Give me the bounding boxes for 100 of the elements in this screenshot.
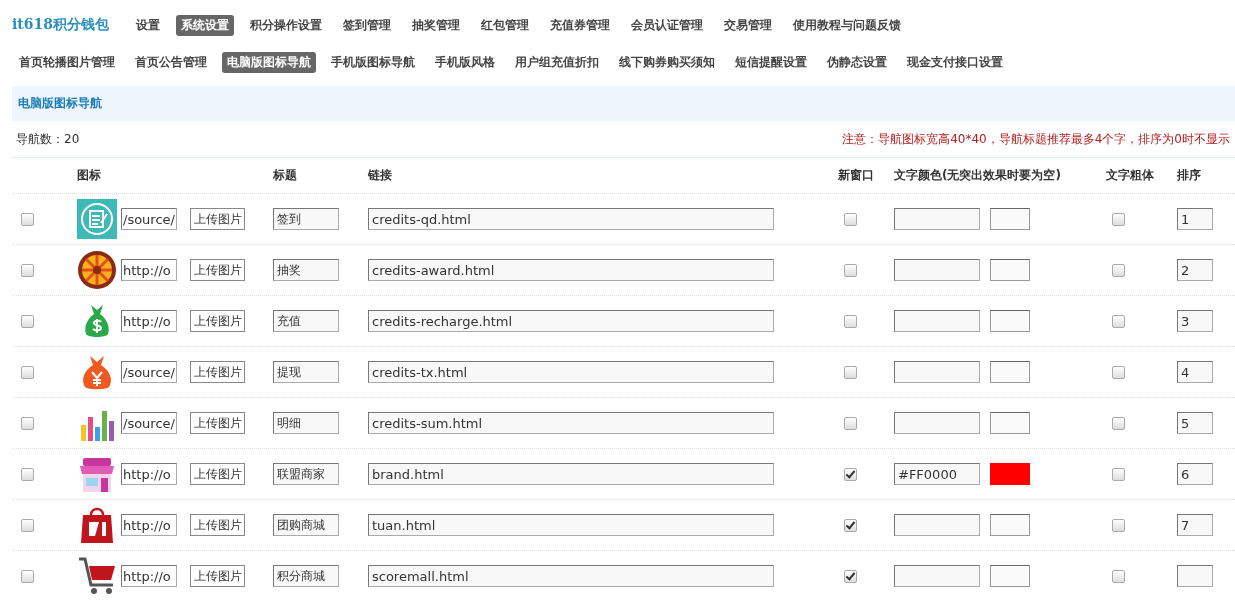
link-field[interactable]: brand.html — [368, 463, 774, 485]
row-checkbox[interactable] — [21, 569, 34, 583]
color-field[interactable] — [894, 361, 980, 383]
color-swatch[interactable] — [990, 463, 1030, 485]
color-field[interactable] — [894, 310, 980, 332]
color-swatch[interactable] — [990, 412, 1030, 434]
subnav-tab[interactable]: 首页公告管理 — [130, 51, 212, 73]
new-window-checkbox[interactable] — [844, 416, 857, 430]
color-swatch[interactable] — [990, 310, 1030, 332]
nav-tab[interactable]: 积分操作设置 — [245, 14, 327, 36]
order-field[interactable]: 6 — [1177, 463, 1213, 485]
row-checkbox[interactable] — [21, 263, 34, 277]
color-field[interactable] — [894, 565, 980, 587]
icon-url-field[interactable]: http://o — [121, 310, 177, 332]
color-field[interactable]: #FF0000 — [894, 463, 980, 485]
new-window-checkbox[interactable] — [844, 569, 857, 583]
nav-tab[interactable]: 使用教程与问题反馈 — [788, 14, 906, 36]
color-field[interactable] — [894, 514, 980, 536]
row-checkbox[interactable] — [21, 314, 34, 328]
upload-button[interactable]: 上传图片 — [190, 208, 245, 230]
color-field[interactable] — [894, 259, 980, 281]
color-swatch[interactable] — [990, 208, 1030, 230]
new-window-checkbox[interactable] — [844, 263, 857, 277]
color-swatch[interactable] — [990, 259, 1030, 281]
bold-checkbox[interactable] — [1112, 518, 1125, 532]
icon-url-field[interactable]: http://o — [121, 565, 177, 587]
bold-checkbox[interactable] — [1112, 569, 1125, 583]
color-field[interactable] — [894, 412, 980, 434]
subnav-tab[interactable]: 短信提醒设置 — [730, 51, 812, 73]
order-field[interactable]: 4 — [1177, 361, 1213, 383]
new-window-checkbox[interactable] — [844, 212, 857, 226]
upload-button[interactable]: 上传图片 — [190, 361, 245, 383]
subnav-tab[interactable]: 电脑版图标导航 — [222, 51, 316, 73]
order-field[interactable]: 5 — [1177, 412, 1213, 434]
order-field[interactable]: 3 — [1177, 310, 1213, 332]
nav-tab[interactable]: 签到管理 — [338, 14, 396, 36]
color-field[interactable] — [894, 208, 980, 230]
color-swatch[interactable] — [990, 361, 1030, 383]
nav-tab[interactable]: 会员认证管理 — [626, 14, 708, 36]
new-window-checkbox[interactable] — [844, 467, 857, 481]
new-window-checkbox[interactable] — [844, 314, 857, 328]
bold-checkbox[interactable] — [1112, 314, 1125, 328]
bold-checkbox[interactable] — [1112, 365, 1125, 379]
color-swatch[interactable] — [990, 565, 1030, 587]
color-swatch[interactable] — [990, 514, 1030, 536]
upload-button[interactable]: 上传图片 — [190, 463, 245, 485]
nav-tab[interactable]: 充值券管理 — [545, 14, 615, 36]
subnav-tab[interactable]: 首页轮播图片管理 — [14, 51, 120, 73]
bold-checkbox[interactable] — [1112, 263, 1125, 277]
row-checkbox[interactable] — [21, 365, 34, 379]
icon-url-field[interactable]: http://o — [121, 514, 177, 536]
icon-url-field[interactable]: http://o — [121, 463, 177, 485]
link-field[interactable]: credits-tx.html — [368, 361, 774, 383]
title-field[interactable]: 签到 — [273, 208, 339, 230]
order-field[interactable]: 1 — [1177, 208, 1213, 230]
icon-url-field[interactable]: /source/ — [121, 412, 177, 434]
nav-tab[interactable]: 系统设置 — [176, 14, 234, 36]
row-checkbox[interactable] — [21, 416, 34, 430]
title-field[interactable]: 抽奖 — [273, 259, 339, 281]
title-field[interactable]: 提现 — [273, 361, 339, 383]
upload-button[interactable]: 上传图片 — [190, 310, 245, 332]
link-field[interactable]: credits-sum.html — [368, 412, 774, 434]
bold-checkbox[interactable] — [1112, 416, 1125, 430]
link-field[interactable]: credits-recharge.html — [368, 310, 774, 332]
new-window-checkbox[interactable] — [844, 518, 857, 532]
link-field[interactable]: credits-award.html — [368, 259, 774, 281]
icon-url-field[interactable]: /source/ — [121, 208, 177, 230]
order-field[interactable] — [1177, 565, 1213, 587]
title-field[interactable]: 团购商城 — [273, 514, 339, 536]
row-checkbox[interactable] — [21, 518, 34, 532]
link-field[interactable]: credits-qd.html — [368, 208, 774, 230]
icon-url-field[interactable]: http://o — [121, 259, 177, 281]
order-field[interactable]: 7 — [1177, 514, 1213, 536]
subnav-tab[interactable]: 手机版图标导航 — [326, 51, 420, 73]
subnav-tab[interactable]: 手机版风格 — [430, 51, 500, 73]
subnav-tab[interactable]: 现金支付接口设置 — [902, 51, 1008, 73]
row-checkbox[interactable] — [21, 467, 34, 481]
nav-tab[interactable]: 红包管理 — [476, 14, 534, 36]
upload-button[interactable]: 上传图片 — [190, 565, 245, 587]
upload-button[interactable]: 上传图片 — [190, 259, 245, 281]
upload-button[interactable]: 上传图片 — [190, 514, 245, 536]
subnav-tab[interactable]: 用户组充值折扣 — [510, 51, 604, 73]
upload-button[interactable]: 上传图片 — [190, 412, 245, 434]
link-field[interactable]: tuan.html — [368, 514, 774, 536]
nav-tab[interactable]: 设置 — [131, 14, 165, 36]
row-checkbox[interactable] — [21, 212, 34, 226]
link-field[interactable]: scoremall.html — [368, 565, 774, 587]
title-field[interactable]: 联盟商家 — [273, 463, 339, 485]
nav-tab[interactable]: 抽奖管理 — [407, 14, 465, 36]
subnav-tab[interactable]: 伪静态设置 — [822, 51, 892, 73]
title-field[interactable]: 明细 — [273, 412, 339, 434]
order-field[interactable]: 2 — [1177, 259, 1213, 281]
new-window-checkbox[interactable] — [844, 365, 857, 379]
title-field[interactable]: 充值 — [273, 310, 339, 332]
subnav-tab[interactable]: 线下购券购买须知 — [614, 51, 720, 73]
bold-checkbox[interactable] — [1112, 212, 1125, 226]
title-field[interactable]: 积分商城 — [273, 565, 339, 587]
bold-checkbox[interactable] — [1112, 467, 1125, 481]
nav-tab[interactable]: 交易管理 — [719, 14, 777, 36]
icon-url-field[interactable]: /source/ — [121, 361, 177, 383]
